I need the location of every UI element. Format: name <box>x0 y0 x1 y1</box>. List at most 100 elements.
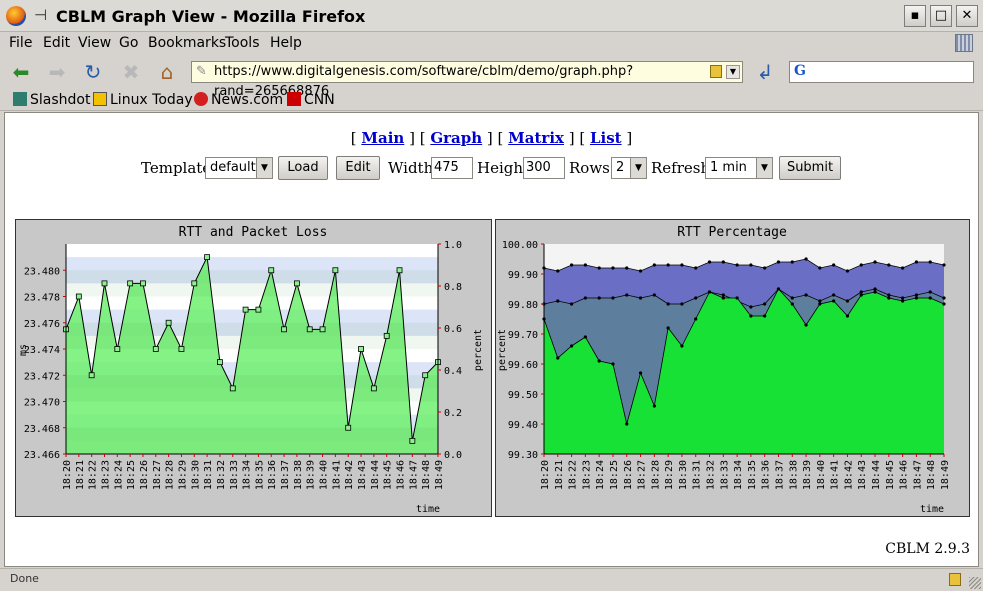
percentage-point <box>680 344 684 348</box>
width-input[interactable]: 475 <box>431 157 473 179</box>
status-text: Done <box>10 572 39 585</box>
x-tick-label: 18:42 <box>344 460 355 490</box>
back-arrow-icon[interactable]: ⬅ <box>8 60 34 84</box>
menu-bookmarks[interactable]: Bookmarks <box>148 35 226 51</box>
rtt-point <box>229 385 236 392</box>
plot-band-shade <box>66 375 438 402</box>
percentage-point <box>942 296 946 300</box>
x-tick-label: 18:31 <box>203 460 214 490</box>
height-input[interactable]: 300 <box>523 157 565 179</box>
x-tick-label: 18:30 <box>190 460 201 490</box>
bookmark-cnn[interactable]: CNN <box>287 92 335 108</box>
percentage-point <box>597 359 601 363</box>
menu-file[interactable]: File <box>9 35 32 51</box>
bookmark-slashdot[interactable]: Slashdot <box>13 92 90 108</box>
x-tick-label: 18:48 <box>421 460 432 490</box>
percentage-point <box>887 263 891 267</box>
rtt-point <box>255 306 262 313</box>
y-tick-label: 99.80 <box>508 300 538 311</box>
template-label: Template <box>141 159 212 177</box>
percentage-point <box>583 263 587 267</box>
pin-icon[interactable]: ⊣ <box>34 6 47 24</box>
google-search-icon[interactable]: G <box>794 63 806 79</box>
percentage-point <box>845 314 850 318</box>
y2-tick-label: 0.6 <box>444 324 462 335</box>
nav-graph-link[interactable]: Graph <box>430 129 482 147</box>
y-tick-label: 99.40 <box>508 420 538 431</box>
percentage-point <box>928 290 932 294</box>
edit-button[interactable]: Edit <box>336 156 380 180</box>
percentage-point <box>556 356 560 360</box>
percentage-point <box>556 269 560 273</box>
percentage-point <box>763 314 767 318</box>
rtt-packet-loss-chart: RTT and Packet Loss 23.466 23.468 23.470 23.… <box>15 219 492 517</box>
percentage-point <box>914 260 919 264</box>
maximize-button[interactable]: □ <box>930 5 952 27</box>
bookmark-label: Linux Today <box>110 92 193 108</box>
x-tick-label: 18:29 <box>177 460 188 490</box>
x-tick-label: 18:43 <box>357 460 368 490</box>
forward-arrow-icon[interactable]: ➡ <box>44 60 70 84</box>
percentage-point <box>735 296 739 300</box>
news-com-icon <box>194 92 208 106</box>
template-select[interactable]: default ▼ <box>205 157 273 179</box>
y2-tick-label: 0.0 <box>444 450 462 461</box>
menu-tools[interactable]: Tools <box>225 35 260 51</box>
stop-icon[interactable]: ✖ <box>118 60 144 84</box>
y-tick-label: 23.476 <box>24 319 60 330</box>
bookmark-linux-today[interactable]: Linux Today <box>93 92 193 108</box>
menu-edit[interactable]: Edit <box>43 35 70 51</box>
x-tick-label: 18:27 <box>152 460 163 490</box>
percentage-point <box>583 335 587 339</box>
home-icon[interactable]: ⌂ <box>154 60 180 84</box>
percentage-point <box>914 293 919 297</box>
refresh-select[interactable]: 1 min ▼ <box>705 157 773 179</box>
refresh-label: Refresh <box>651 159 711 177</box>
rtt-point <box>88 372 95 379</box>
percentage-point <box>721 260 725 264</box>
y-tick-label: 23.472 <box>24 371 60 382</box>
x-tick-label: 18:30 <box>678 460 689 490</box>
rows-select[interactable]: 2 ▼ <box>611 157 647 179</box>
percentage-point <box>749 314 753 318</box>
rtt-point <box>281 326 287 333</box>
rtt-point <box>101 280 108 287</box>
x-tick-label: 18:26 <box>623 460 634 490</box>
x-tick-label: 18:25 <box>609 460 620 490</box>
menu-view[interactable]: View <box>78 35 111 51</box>
percentage-point <box>763 302 767 306</box>
throbber-icon <box>955 34 973 52</box>
search-box[interactable]: G <box>789 61 974 83</box>
y-tick-label: 99.70 <box>508 330 538 341</box>
url-bar[interactable]: ✎ https://www.digitalgenesis.com/softwar… <box>191 61 743 99</box>
nav-list-link[interactable]: List <box>590 129 622 147</box>
menu-help[interactable]: Help <box>270 35 302 51</box>
chevron-down-icon: ▼ <box>630 158 646 178</box>
nav-matrix-link[interactable]: Matrix <box>508 129 564 147</box>
resize-grip-icon[interactable] <box>969 577 981 589</box>
x-tick-label: 18:28 <box>165 460 176 490</box>
chart-title: RTT Percentage <box>677 225 787 240</box>
url-dropdown-icon[interactable]: ▼ <box>726 65 740 79</box>
x-tick-label: 18:41 <box>830 460 841 490</box>
submit-button[interactable]: Submit <box>779 156 841 180</box>
x-tick-label: 18:25 <box>126 460 137 490</box>
percentage-point <box>901 296 905 300</box>
x-tick-label: 18:40 <box>319 460 330 490</box>
percentage-point <box>611 362 615 366</box>
reload-icon[interactable]: ↻ <box>80 60 106 84</box>
secure-lock-icon[interactable] <box>949 573 961 586</box>
plot-band-shade <box>66 427 438 454</box>
bookmark-news-com[interactable]: News.com <box>194 92 283 108</box>
nav-main-link[interactable]: Main <box>361 129 404 147</box>
lock-icon[interactable] <box>710 65 722 78</box>
close-button[interactable]: ✕ <box>956 5 978 27</box>
x-tick-label: 18:37 <box>280 460 291 490</box>
go-icon[interactable]: ↲ <box>752 60 778 84</box>
slashdot-icon <box>13 92 27 106</box>
minimize-button[interactable]: ▪ <box>904 5 926 27</box>
load-button[interactable]: Load <box>278 156 328 180</box>
y2-tick-label: 0.2 <box>444 408 462 419</box>
menu-go[interactable]: Go <box>119 35 138 51</box>
y-tick-label: 23.480 <box>24 266 60 277</box>
